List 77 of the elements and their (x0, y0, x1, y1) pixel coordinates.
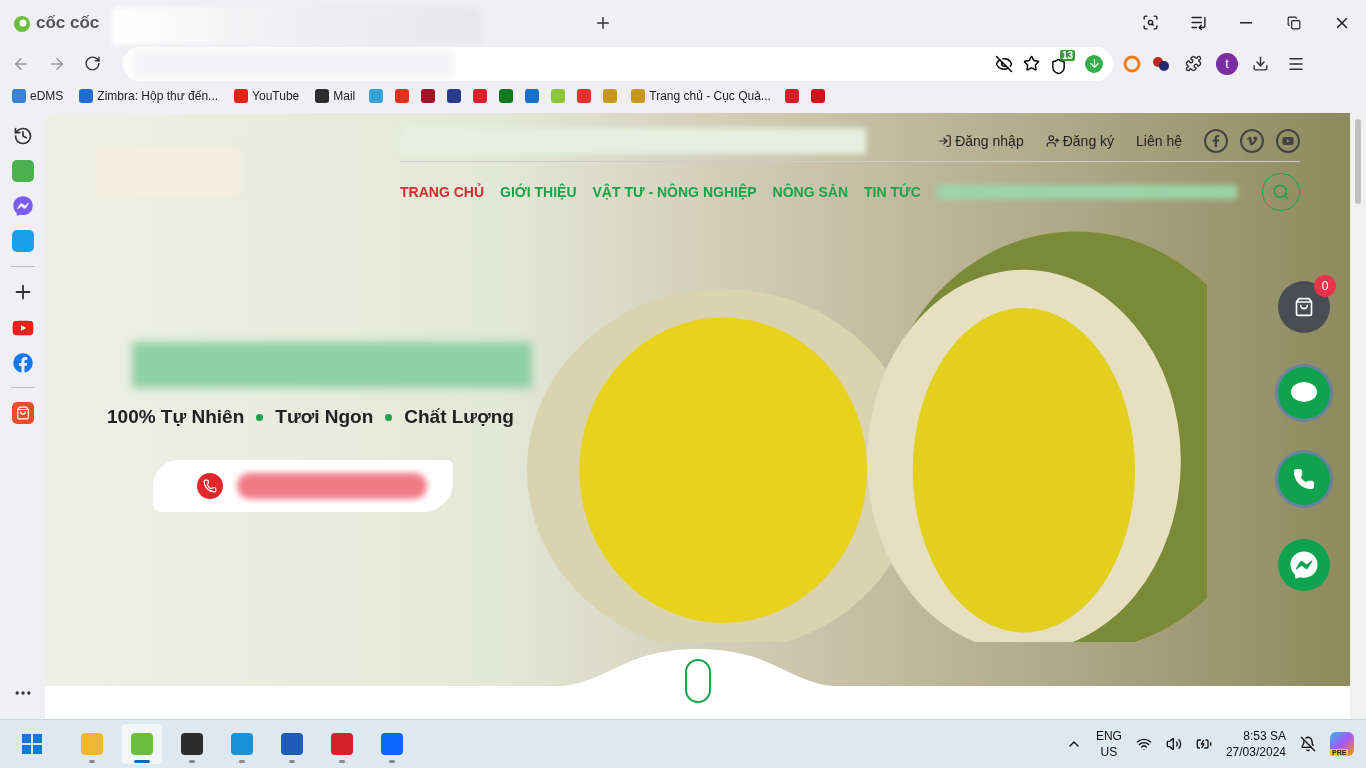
login-icon[interactable] (938, 134, 953, 148)
app-icon (381, 733, 403, 755)
list-arrow-icon (1189, 14, 1207, 31)
count-badge: 13 (1059, 50, 1075, 61)
balls-extension-icon[interactable] (1151, 54, 1171, 73)
browser-logo-text: cốc cốc (36, 12, 100, 33)
restore-icon (1287, 15, 1301, 30)
shopping-bag-icon[interactable] (11, 402, 34, 424)
app-icon (281, 733, 303, 755)
volume-icon[interactable] (1165, 736, 1182, 752)
add-user-icon[interactable] (1045, 134, 1060, 148)
chat-app-icon[interactable] (11, 230, 34, 252)
count-badge: 0 (1314, 275, 1336, 297)
bullet-dot (256, 413, 264, 421)
chat-bubble-button[interactable] (1278, 367, 1330, 419)
bookmark[interactable]: Mail (313, 87, 358, 105)
messenger-icon (1290, 551, 1318, 579)
reload-icon (84, 55, 101, 72)
bookmark-icon[interactable] (499, 89, 514, 103)
battery-icon[interactable] (1195, 736, 1212, 752)
taskbar-app[interactable] (122, 724, 162, 764)
shield-extension-button[interactable]: 13 (1050, 52, 1075, 75)
profile-avatar[interactable]: t (1216, 52, 1238, 75)
minimize-icon (1240, 21, 1252, 24)
bell-off-icon[interactable] (1300, 736, 1316, 752)
bookmark[interactable]: Zimbra: Hộp thư đến... (77, 87, 221, 105)
facebook-icon[interactable] (1204, 129, 1228, 153)
cart-button[interactable] (1278, 281, 1330, 333)
phone-icon (197, 473, 223, 499)
bookmark[interactable]: YouTube (232, 87, 302, 105)
bookmark[interactable]: Trang chủ - Cục Quả... (629, 87, 773, 105)
bookmark-icon[interactable] (810, 89, 825, 103)
bookmark-icon[interactable] (395, 89, 410, 103)
bookmark[interactable]: eDMS (10, 87, 66, 105)
puzzle-icon (1185, 55, 1202, 72)
eye-off-icon[interactable] (995, 54, 1013, 73)
phone-icon (1293, 468, 1315, 490)
bookmark-icon[interactable] (473, 89, 488, 103)
shield-icon (1050, 58, 1067, 75)
history-icon[interactable] (12, 126, 33, 146)
bookmark-icon[interactable] (525, 89, 540, 103)
search-icon (1272, 183, 1290, 201)
windows-logo-icon (22, 734, 42, 754)
youtube-icon[interactable] (1276, 129, 1300, 153)
app-icon (181, 733, 203, 755)
header-link[interactable]: Đăng ký (1062, 133, 1115, 149)
header-link[interactable]: Liên hệ (1136, 133, 1182, 149)
facebook-icon[interactable] (12, 353, 33, 373)
star-icon[interactable] (1023, 55, 1040, 72)
tagline-text: Chất Lượng (404, 406, 514, 428)
clock[interactable]: 8:53 SA 27/03/2024 (1225, 728, 1286, 760)
search-window-icon (1141, 14, 1159, 31)
bookmark-icon[interactable] (784, 89, 799, 103)
shopping-bag-icon (1294, 297, 1314, 317)
bullet-dot (385, 413, 393, 421)
tagline-text: 100% Tự Nhiên (107, 406, 245, 428)
messenger-button[interactable] (1278, 539, 1330, 591)
wifi-icon[interactable] (1135, 736, 1152, 752)
vimeo-icon[interactable] (1240, 129, 1264, 153)
nav-link[interactable]: TRANG CHỦ (400, 184, 484, 200)
header-link[interactable]: Đăng nhập (955, 133, 1024, 149)
tagline-text: Tươi Ngon (275, 406, 374, 428)
app-icon (131, 733, 153, 755)
address-bar[interactable]: 13 (123, 46, 1113, 81)
bookmark-icon[interactable] (421, 89, 436, 103)
bookmark-icon[interactable] (577, 89, 592, 103)
messenger-icon[interactable] (12, 196, 33, 216)
bookmark-icon[interactable] (447, 89, 462, 103)
ring-extension-icon[interactable] (1123, 54, 1141, 73)
phone-button[interactable] (1278, 453, 1330, 505)
app-icon (81, 733, 103, 755)
scroll-down-icon[interactable] (684, 659, 711, 703)
scrollbar-thumb[interactable] (1355, 119, 1361, 204)
app-icon (331, 733, 353, 755)
language-indicator[interactable]: ENG US (1095, 728, 1122, 760)
app-icon (231, 733, 253, 755)
download-icon (1252, 55, 1269, 72)
